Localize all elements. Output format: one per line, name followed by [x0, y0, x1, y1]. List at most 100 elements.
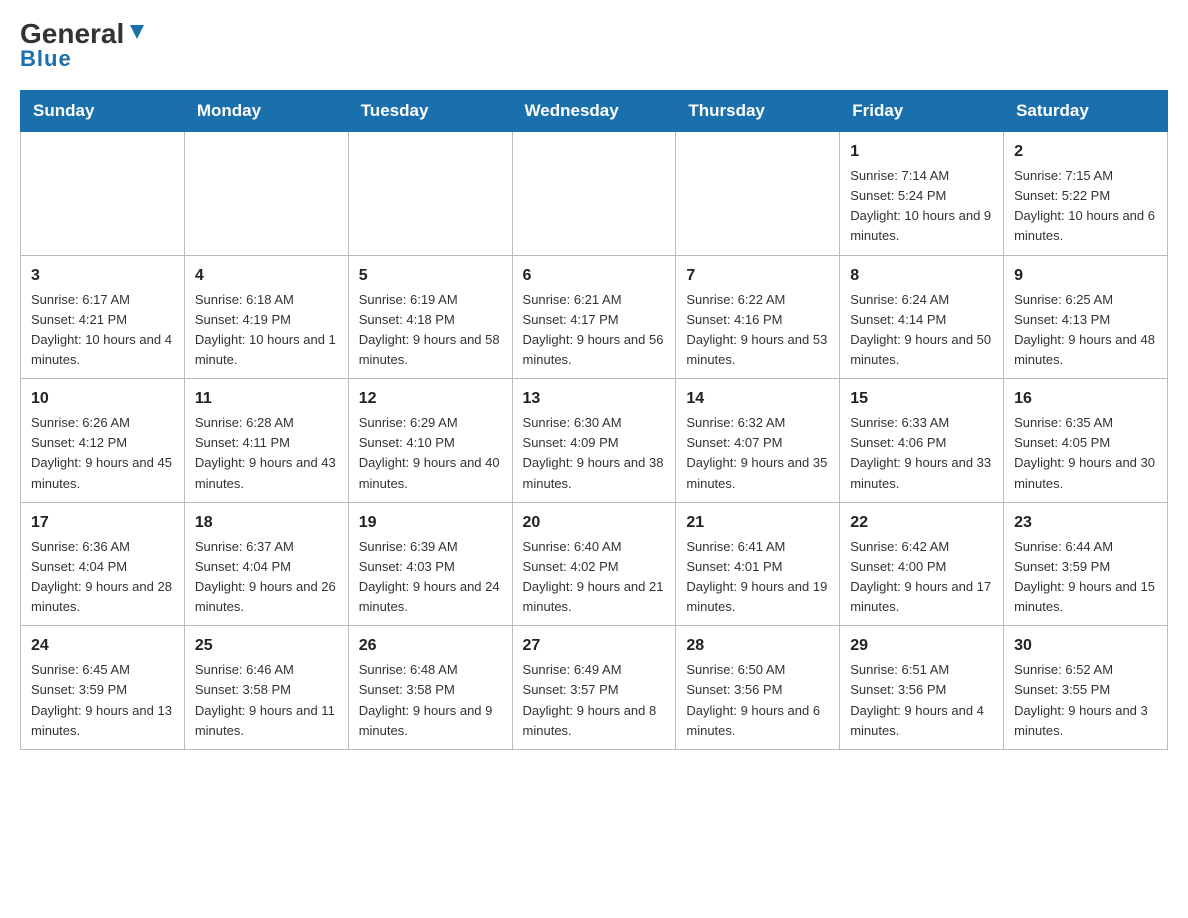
day-number: 5 [359, 264, 502, 288]
calendar-cell: 23Sunrise: 6:44 AM Sunset: 3:59 PM Dayli… [1004, 502, 1168, 626]
day-info: Sunrise: 6:37 AM Sunset: 4:04 PM Dayligh… [195, 537, 338, 618]
day-number: 21 [686, 511, 829, 535]
header: General Blue [20, 20, 1168, 72]
day-number: 27 [523, 634, 666, 658]
day-info: Sunrise: 6:33 AM Sunset: 4:06 PM Dayligh… [850, 413, 993, 494]
day-info: Sunrise: 7:15 AM Sunset: 5:22 PM Dayligh… [1014, 166, 1157, 247]
logo-general: General [20, 20, 124, 48]
day-info: Sunrise: 6:35 AM Sunset: 4:05 PM Dayligh… [1014, 413, 1157, 494]
day-info: Sunrise: 6:41 AM Sunset: 4:01 PM Dayligh… [686, 537, 829, 618]
calendar-cell: 14Sunrise: 6:32 AM Sunset: 4:07 PM Dayli… [676, 379, 840, 503]
day-info: Sunrise: 6:50 AM Sunset: 3:56 PM Dayligh… [686, 660, 829, 741]
day-info: Sunrise: 6:17 AM Sunset: 4:21 PM Dayligh… [31, 290, 174, 371]
calendar-week-row: 24Sunrise: 6:45 AM Sunset: 3:59 PM Dayli… [21, 626, 1168, 750]
weekday-header-friday: Friday [840, 91, 1004, 132]
day-number: 7 [686, 264, 829, 288]
day-number: 16 [1014, 387, 1157, 411]
calendar-cell: 27Sunrise: 6:49 AM Sunset: 3:57 PM Dayli… [512, 626, 676, 750]
calendar-cell: 24Sunrise: 6:45 AM Sunset: 3:59 PM Dayli… [21, 626, 185, 750]
calendar-cell: 4Sunrise: 6:18 AM Sunset: 4:19 PM Daylig… [184, 255, 348, 379]
day-info: Sunrise: 6:39 AM Sunset: 4:03 PM Dayligh… [359, 537, 502, 618]
calendar-cell: 30Sunrise: 6:52 AM Sunset: 3:55 PM Dayli… [1004, 626, 1168, 750]
day-number: 11 [195, 387, 338, 411]
calendar-cell [21, 132, 185, 256]
calendar-cell: 25Sunrise: 6:46 AM Sunset: 3:58 PM Dayli… [184, 626, 348, 750]
weekday-header-tuesday: Tuesday [348, 91, 512, 132]
day-info: Sunrise: 6:42 AM Sunset: 4:00 PM Dayligh… [850, 537, 993, 618]
calendar-cell: 28Sunrise: 6:50 AM Sunset: 3:56 PM Dayli… [676, 626, 840, 750]
day-number: 14 [686, 387, 829, 411]
day-number: 29 [850, 634, 993, 658]
day-info: Sunrise: 6:45 AM Sunset: 3:59 PM Dayligh… [31, 660, 174, 741]
day-info: Sunrise: 6:19 AM Sunset: 4:18 PM Dayligh… [359, 290, 502, 371]
calendar-header-row: SundayMondayTuesdayWednesdayThursdayFrid… [21, 91, 1168, 132]
calendar-cell: 22Sunrise: 6:42 AM Sunset: 4:00 PM Dayli… [840, 502, 1004, 626]
day-info: Sunrise: 6:28 AM Sunset: 4:11 PM Dayligh… [195, 413, 338, 494]
day-number: 8 [850, 264, 993, 288]
calendar-cell [184, 132, 348, 256]
calendar-cell [348, 132, 512, 256]
calendar-cell [676, 132, 840, 256]
day-info: Sunrise: 6:29 AM Sunset: 4:10 PM Dayligh… [359, 413, 502, 494]
day-number: 17 [31, 511, 174, 535]
day-number: 10 [31, 387, 174, 411]
weekday-header-saturday: Saturday [1004, 91, 1168, 132]
calendar-week-row: 10Sunrise: 6:26 AM Sunset: 4:12 PM Dayli… [21, 379, 1168, 503]
day-info: Sunrise: 6:22 AM Sunset: 4:16 PM Dayligh… [686, 290, 829, 371]
day-number: 25 [195, 634, 338, 658]
weekday-header-thursday: Thursday [676, 91, 840, 132]
calendar-cell: 19Sunrise: 6:39 AM Sunset: 4:03 PM Dayli… [348, 502, 512, 626]
day-info: Sunrise: 6:26 AM Sunset: 4:12 PM Dayligh… [31, 413, 174, 494]
logo: General Blue [20, 20, 148, 72]
day-info: Sunrise: 6:46 AM Sunset: 3:58 PM Dayligh… [195, 660, 338, 741]
day-info: Sunrise: 6:44 AM Sunset: 3:59 PM Dayligh… [1014, 537, 1157, 618]
calendar-week-row: 3Sunrise: 6:17 AM Sunset: 4:21 PM Daylig… [21, 255, 1168, 379]
calendar-cell: 15Sunrise: 6:33 AM Sunset: 4:06 PM Dayli… [840, 379, 1004, 503]
day-info: Sunrise: 6:30 AM Sunset: 4:09 PM Dayligh… [523, 413, 666, 494]
logo-blue: Blue [20, 46, 72, 72]
day-number: 2 [1014, 140, 1157, 164]
weekday-header-wednesday: Wednesday [512, 91, 676, 132]
day-info: Sunrise: 6:32 AM Sunset: 4:07 PM Dayligh… [686, 413, 829, 494]
calendar-cell: 10Sunrise: 6:26 AM Sunset: 4:12 PM Dayli… [21, 379, 185, 503]
calendar-table: SundayMondayTuesdayWednesdayThursdayFrid… [20, 90, 1168, 750]
weekday-header-monday: Monday [184, 91, 348, 132]
calendar-cell: 11Sunrise: 6:28 AM Sunset: 4:11 PM Dayli… [184, 379, 348, 503]
calendar-cell: 9Sunrise: 6:25 AM Sunset: 4:13 PM Daylig… [1004, 255, 1168, 379]
day-info: Sunrise: 7:14 AM Sunset: 5:24 PM Dayligh… [850, 166, 993, 247]
day-info: Sunrise: 6:40 AM Sunset: 4:02 PM Dayligh… [523, 537, 666, 618]
calendar-cell: 1Sunrise: 7:14 AM Sunset: 5:24 PM Daylig… [840, 132, 1004, 256]
day-info: Sunrise: 6:25 AM Sunset: 4:13 PM Dayligh… [1014, 290, 1157, 371]
calendar-cell: 26Sunrise: 6:48 AM Sunset: 3:58 PM Dayli… [348, 626, 512, 750]
day-info: Sunrise: 6:24 AM Sunset: 4:14 PM Dayligh… [850, 290, 993, 371]
day-number: 19 [359, 511, 502, 535]
day-number: 22 [850, 511, 993, 535]
calendar-week-row: 1Sunrise: 7:14 AM Sunset: 5:24 PM Daylig… [21, 132, 1168, 256]
day-number: 15 [850, 387, 993, 411]
day-info: Sunrise: 6:52 AM Sunset: 3:55 PM Dayligh… [1014, 660, 1157, 741]
calendar-week-row: 17Sunrise: 6:36 AM Sunset: 4:04 PM Dayli… [21, 502, 1168, 626]
calendar-cell [512, 132, 676, 256]
day-number: 6 [523, 264, 666, 288]
day-number: 1 [850, 140, 993, 164]
day-number: 28 [686, 634, 829, 658]
day-number: 24 [31, 634, 174, 658]
calendar-cell: 13Sunrise: 6:30 AM Sunset: 4:09 PM Dayli… [512, 379, 676, 503]
day-info: Sunrise: 6:48 AM Sunset: 3:58 PM Dayligh… [359, 660, 502, 741]
day-info: Sunrise: 6:18 AM Sunset: 4:19 PM Dayligh… [195, 290, 338, 371]
calendar-cell: 16Sunrise: 6:35 AM Sunset: 4:05 PM Dayli… [1004, 379, 1168, 503]
day-number: 18 [195, 511, 338, 535]
day-number: 3 [31, 264, 174, 288]
weekday-header-sunday: Sunday [21, 91, 185, 132]
day-info: Sunrise: 6:36 AM Sunset: 4:04 PM Dayligh… [31, 537, 174, 618]
day-number: 20 [523, 511, 666, 535]
day-info: Sunrise: 6:49 AM Sunset: 3:57 PM Dayligh… [523, 660, 666, 741]
day-number: 26 [359, 634, 502, 658]
day-info: Sunrise: 6:21 AM Sunset: 4:17 PM Dayligh… [523, 290, 666, 371]
calendar-cell: 2Sunrise: 7:15 AM Sunset: 5:22 PM Daylig… [1004, 132, 1168, 256]
calendar-cell: 5Sunrise: 6:19 AM Sunset: 4:18 PM Daylig… [348, 255, 512, 379]
calendar-cell: 12Sunrise: 6:29 AM Sunset: 4:10 PM Dayli… [348, 379, 512, 503]
day-number: 23 [1014, 511, 1157, 535]
calendar-cell: 17Sunrise: 6:36 AM Sunset: 4:04 PM Dayli… [21, 502, 185, 626]
day-number: 12 [359, 387, 502, 411]
